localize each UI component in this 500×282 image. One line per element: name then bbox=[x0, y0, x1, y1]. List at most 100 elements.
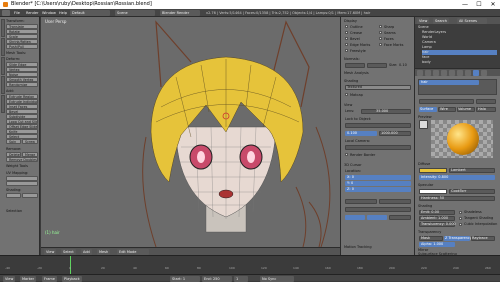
cursor-z-value: Z: 0 bbox=[347, 187, 354, 191]
motion-tracking-header[interactable]: Motion Tracking bbox=[344, 245, 372, 249]
props-field-d[interactable] bbox=[389, 215, 411, 220]
edge-marks-checkbox[interactable] bbox=[345, 43, 348, 46]
info-editor-icon[interactable] bbox=[2, 10, 10, 16]
material-data-button[interactable] bbox=[476, 99, 496, 104]
specular-color-swatch[interactable] bbox=[419, 189, 447, 194]
freestyle-checkbox[interactable] bbox=[345, 49, 348, 52]
preview-header[interactable]: Preview bbox=[418, 115, 432, 119]
data-tab-icon[interactable] bbox=[465, 70, 471, 76]
render-tab-icon[interactable] bbox=[417, 70, 423, 76]
push-pull-button[interactable]: Push/Pull bbox=[6, 44, 38, 49]
matcap-checkbox[interactable] bbox=[345, 93, 348, 96]
lock-object-field[interactable] bbox=[345, 123, 411, 128]
seams-checkbox[interactable] bbox=[379, 31, 382, 34]
tab-relations[interactable] bbox=[1, 57, 5, 75]
scene-select[interactable]: Scene bbox=[115, 10, 155, 16]
props-blue-b[interactable] bbox=[367, 215, 387, 220]
mark-seam-button[interactable] bbox=[6, 181, 38, 186]
flat-shading-button[interactable] bbox=[22, 193, 38, 198]
tick-label: 200 bbox=[389, 266, 395, 270]
outliner-row-hair[interactable]: hair bbox=[422, 50, 497, 55]
modifiers-tab-icon[interactable] bbox=[457, 70, 463, 76]
props-blue-a[interactable] bbox=[345, 215, 365, 220]
face-marks-checkbox[interactable] bbox=[379, 43, 382, 46]
shading-header[interactable]: Shading bbox=[344, 79, 358, 83]
transform-header: Transform: bbox=[6, 19, 25, 23]
hardness-value: Hardness: 50 bbox=[421, 196, 445, 200]
material-tab-icon[interactable] bbox=[473, 70, 479, 76]
cursor-z-field[interactable] bbox=[345, 187, 411, 192]
diffuse-header[interactable]: Diffuse bbox=[418, 162, 430, 166]
3d-viewport[interactable]: User Persp (1) hair View Select Add Mesh… bbox=[41, 17, 340, 255]
shading-textured-label: Textured bbox=[347, 85, 363, 89]
timeline-header: View Marker Frame Playback Start: 1 End:… bbox=[0, 274, 500, 282]
menu-help[interactable]: Help bbox=[57, 10, 69, 16]
tab-create[interactable] bbox=[1, 38, 5, 56]
menu-window[interactable]: Window bbox=[40, 10, 58, 16]
normals-size-value[interactable]: 0.10 bbox=[399, 63, 407, 67]
vertex-normals-toggle[interactable] bbox=[345, 63, 365, 68]
minimize-button[interactable]: — bbox=[458, 0, 472, 9]
maximize-button[interactable]: ☐ bbox=[472, 0, 486, 9]
face-normals-toggle[interactable] bbox=[367, 63, 387, 68]
menu-file[interactable]: File bbox=[12, 10, 22, 16]
smooth-shading-button[interactable] bbox=[6, 193, 21, 198]
material-name-field[interactable] bbox=[419, 99, 474, 104]
outliner-row-body[interactable]: body bbox=[422, 60, 431, 65]
outliner-view-menu[interactable]: View bbox=[417, 18, 430, 24]
tab-shading[interactable] bbox=[1, 76, 5, 94]
edge-marks-label: Edge Marks bbox=[350, 43, 371, 47]
world-tab-icon[interactable] bbox=[441, 70, 447, 76]
preview-type-sphere[interactable] bbox=[419, 120, 428, 129]
weight-tools-header[interactable]: Weight Tools bbox=[6, 164, 39, 168]
transparency-header[interactable]: Transparency bbox=[418, 230, 441, 234]
props-field-a[interactable] bbox=[345, 199, 377, 204]
3d-cursor-header[interactable]: 3D Cursor bbox=[344, 163, 362, 167]
character-model[interactable] bbox=[41, 17, 340, 247]
diffuse-shader-label: Lambert bbox=[451, 168, 466, 172]
bevel-checkbox[interactable] bbox=[345, 37, 348, 40]
screen-layout-select[interactable]: Default bbox=[70, 10, 110, 16]
tab-grease-pencil[interactable] bbox=[1, 95, 5, 113]
sharp-checkbox[interactable] bbox=[379, 25, 382, 28]
cursor-location-label: Location: bbox=[345, 169, 361, 173]
render-border-checkbox[interactable] bbox=[345, 153, 348, 156]
cubic-interp-checkbox[interactable] bbox=[459, 223, 462, 226]
view-header[interactable]: View bbox=[344, 103, 352, 107]
props-field-b[interactable] bbox=[379, 199, 411, 204]
specular-header[interactable]: Specular bbox=[418, 183, 433, 187]
timeline[interactable]: -40 -20 0 20 40 60 80 100 120 140 160 18… bbox=[0, 255, 500, 282]
outliner-display-select[interactable]: All Scenes bbox=[457, 18, 487, 24]
tick-label: -40 bbox=[5, 266, 10, 270]
render-engine-select[interactable]: Blender Render bbox=[160, 10, 200, 16]
diffuse-color-swatch[interactable] bbox=[419, 168, 447, 173]
selection-panel-header[interactable]: Selection bbox=[6, 209, 39, 213]
close-button[interactable]: ✕ bbox=[486, 0, 500, 9]
randomize-button[interactable]: Randomize bbox=[6, 82, 38, 87]
remove-doubles-button[interactable]: Remove Doubles bbox=[6, 157, 38, 162]
transparency-mask-label: Mask bbox=[421, 236, 431, 240]
layers-tab-icon[interactable] bbox=[425, 70, 431, 76]
menu-render[interactable]: Render bbox=[24, 10, 40, 16]
timeline-track[interactable] bbox=[0, 256, 500, 275]
material-shading-header[interactable]: Shading bbox=[418, 204, 432, 208]
outliner-search-menu[interactable]: Search bbox=[433, 18, 450, 24]
cursor-y-field[interactable] bbox=[345, 181, 411, 186]
material-slot-hair[interactable] bbox=[419, 80, 479, 85]
tab-tools[interactable] bbox=[1, 19, 5, 37]
mesh-analysis-header[interactable]: Mesh Analysis bbox=[344, 71, 369, 75]
tangent-shading-checkbox[interactable] bbox=[459, 217, 462, 220]
texture-tab-icon[interactable] bbox=[481, 70, 487, 76]
crease-checkbox[interactable] bbox=[345, 31, 348, 34]
cursor-x-field[interactable] bbox=[345, 175, 411, 180]
shadeless-checkbox[interactable] bbox=[459, 211, 462, 214]
object-tab-icon[interactable] bbox=[449, 70, 455, 76]
scene-tab-icon[interactable] bbox=[433, 70, 439, 76]
display-header[interactable]: Display bbox=[344, 19, 357, 23]
screw-button[interactable]: Screw bbox=[22, 139, 38, 144]
faces-checkbox[interactable] bbox=[379, 37, 382, 40]
spin-button[interactable]: Spin bbox=[6, 139, 21, 144]
local-camera-field[interactable] bbox=[345, 145, 411, 150]
outline-checkbox[interactable] bbox=[345, 25, 348, 28]
props-field-c[interactable] bbox=[345, 207, 411, 212]
